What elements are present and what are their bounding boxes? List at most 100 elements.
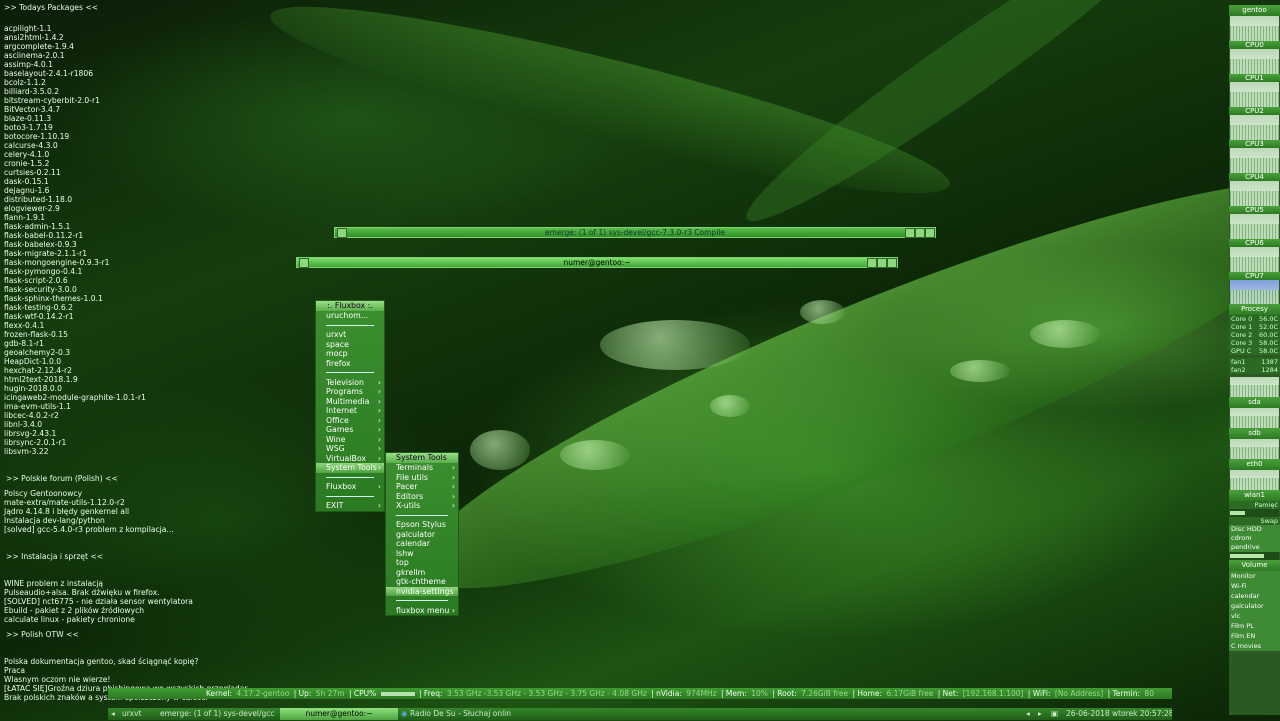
close-icon[interactable]: [887, 258, 897, 268]
cpu-label: CPU5: [1229, 206, 1280, 214]
menu-item-virtualbox[interactable]: VirtualBox: [316, 454, 384, 464]
menu-item-firefox[interactable]: firefox: [316, 359, 384, 369]
home-label: | Home:: [852, 689, 883, 698]
hw-item: [SOLVED] nct6775 - nie działa sensor wen…: [4, 597, 193, 606]
package-item: HeapDict-1.0.0: [4, 357, 62, 366]
otw-header: >> Polish OTW <<: [6, 630, 79, 639]
window-menu-icon[interactable]: [299, 258, 309, 268]
volume-label: Volume: [1229, 560, 1280, 571]
package-item: hugin-2018.0.0: [4, 384, 62, 393]
close-icon[interactable]: [925, 228, 935, 238]
packages-list: acpilight-1.1 ansi2html-1.4.2 argcomplete-…: [4, 24, 248, 456]
wallpaper-droplet: [560, 440, 630, 470]
menu-item-epson-stylus[interactable]: Epson Stylus: [386, 520, 458, 530]
gkrellm-panel: gentoo CPU0 CPU1 CPU2 CPU3 CPU4 CPU5 CPU6 CPU7 …: [1229, 5, 1280, 715]
package-item: calcurse-4.3.0: [4, 141, 58, 150]
package-item: boto3-1.7.19: [4, 123, 53, 132]
menu-item-top[interactable]: top: [386, 558, 458, 568]
package-item: distributed-1.18.0: [4, 195, 73, 204]
pendrive-item[interactable]: pendrive: [1229, 543, 1280, 552]
launcher-galculator[interactable]: galculator: [1229, 601, 1280, 611]
menu-item-galculator[interactable]: galculator: [386, 530, 458, 540]
eth0-label: eth0: [1229, 459, 1280, 470]
package-item: icingaweb2-module-graphite-1.0.1-r1: [4, 393, 146, 402]
volume-bar[interactable]: [1230, 552, 1279, 560]
fluxbox-menu: :. Fluxbox :. uruchom... urxvt space mocp fi…: [315, 300, 385, 512]
hw-item: WINE problem z instalacją: [4, 579, 104, 588]
task-urxvt[interactable]: urxvt: [122, 708, 160, 720]
launcher-wi-fi[interactable]: Wi-Fi: [1229, 581, 1280, 591]
menu-item-programs[interactable]: Programs: [316, 387, 384, 397]
menu-item-internet[interactable]: Internet: [316, 406, 384, 416]
maximize-icon[interactable]: [915, 228, 925, 238]
menu-item-games[interactable]: Games: [316, 425, 384, 435]
launcher-film-pl[interactable]: Film PL: [1229, 621, 1280, 631]
menu-item-office[interactable]: Office: [316, 416, 384, 426]
menu-item-fluxbox-menu[interactable]: fluxbox menu: [386, 606, 458, 616]
tray-icon[interactable]: ▣: [1051, 708, 1058, 720]
package-item: flexx-0.4.1: [4, 321, 45, 330]
terminal-window-titlebar[interactable]: numer@gentoo:~: [296, 257, 898, 268]
package-item: flask-babelex-0.9.3: [4, 240, 77, 249]
wallpaper-droplet: [600, 320, 750, 370]
package-item: libnl-3.4.0: [4, 420, 43, 429]
menu-item-calendar[interactable]: calendar: [386, 539, 458, 549]
temp-row: GPU C 58.0C: [1229, 347, 1280, 355]
maximize-icon[interactable]: [877, 258, 887, 268]
task-terminal[interactable]: numer@gentoo:~: [280, 708, 398, 720]
launcher-c-movies[interactable]: C movies: [1229, 641, 1280, 651]
menu-item-file-utils[interactable]: File utils: [386, 473, 458, 483]
menu-item-space[interactable]: space: [316, 340, 384, 350]
menu-item-mocp[interactable]: mocp: [316, 349, 384, 359]
emerge-window-titlebar[interactable]: emerge: (1 of 1) sys-devel/gcc-7.3.0-r3 …: [334, 227, 936, 238]
menu-item-wsg[interactable]: WSG: [316, 444, 384, 454]
cpu-bar: [380, 692, 415, 696]
package-item: flask-sphinx-themes-1.0.1: [4, 294, 103, 303]
workspace-prev-button[interactable]: ◂: [111, 708, 115, 720]
menu-separator: [386, 511, 458, 521]
launcher-monitor[interactable]: Monitor: [1229, 571, 1280, 581]
menu-item-wine[interactable]: Wine: [316, 435, 384, 445]
launcher-film-en[interactable]: Film EN: [1229, 631, 1280, 641]
menu-title: :. Fluxbox :.: [316, 301, 384, 311]
menu-item-multimedia[interactable]: Multimedia: [316, 397, 384, 407]
status-bar: Kernel: 4.17.2-gentoo | Up: 5h 27m | CPU…: [108, 688, 1172, 699]
forum-item: Polscy Gentoonowcy: [4, 489, 83, 498]
task-radio[interactable]: ◉ Radio De Su - Słuchaj onlin: [401, 708, 521, 720]
menu-item-gtk-chtheme[interactable]: gtk-chtheme: [386, 577, 458, 587]
package-item: BitVector-3.4.7: [4, 105, 61, 114]
menu-item-lshw[interactable]: lshw: [386, 549, 458, 559]
minimize-icon[interactable]: [905, 228, 915, 238]
menu-item-nvidia-settings[interactable]: nvidia-settings: [386, 586, 458, 596]
menu-item-editors[interactable]: Editors: [386, 492, 458, 502]
term-value: 80: [1144, 689, 1154, 698]
package-item: flask-script-2.0.6: [4, 276, 68, 285]
cpu-chart: [1230, 82, 1279, 107]
taskbar-prev-button[interactable]: ◂: [1026, 708, 1030, 720]
menu-item-gkrellm[interactable]: gkrellm: [386, 568, 458, 578]
menu-item-urxvt[interactable]: urxvt: [316, 330, 384, 340]
package-item: bcolz-1.1.2: [4, 78, 46, 87]
disc-hdd-item[interactable]: Disc HDD: [1229, 525, 1280, 534]
launcher-calendar[interactable]: calendar: [1229, 591, 1280, 601]
menu-item-exit[interactable]: EXIT: [316, 501, 384, 511]
menu-item-fluxbox[interactable]: Fluxbox: [316, 482, 384, 492]
menu-item-television[interactable]: Television: [316, 378, 384, 388]
memory-bar: [1230, 509, 1279, 517]
minimize-icon[interactable]: [867, 258, 877, 268]
package-item: flann-1.9.1: [4, 213, 46, 222]
kernel-label: Kernel:: [206, 689, 233, 698]
menu-item-terminals[interactable]: Terminals: [386, 463, 458, 473]
taskbar-next-button[interactable]: ▸: [1038, 708, 1042, 720]
package-item: html2text-2018.1.9: [4, 375, 78, 384]
package-item: asciinema-2.0.1: [4, 51, 65, 60]
menu-item-system-tools[interactable]: System Tools: [316, 463, 384, 473]
window-menu-icon[interactable]: [337, 228, 347, 238]
uptime-label: | Up:: [293, 689, 312, 698]
task-emerge[interactable]: emerge: (1 of 1) sys-devel/gcc: [160, 708, 278, 720]
menu-item-uruchom[interactable]: uruchom...: [316, 311, 384, 321]
cdrom-item[interactable]: cdrom: [1229, 534, 1280, 543]
launcher-vlc[interactable]: vlc: [1229, 611, 1280, 621]
menu-item-pacer[interactable]: Pacer: [386, 482, 458, 492]
menu-item-x-utils[interactable]: X-utils: [386, 501, 458, 511]
